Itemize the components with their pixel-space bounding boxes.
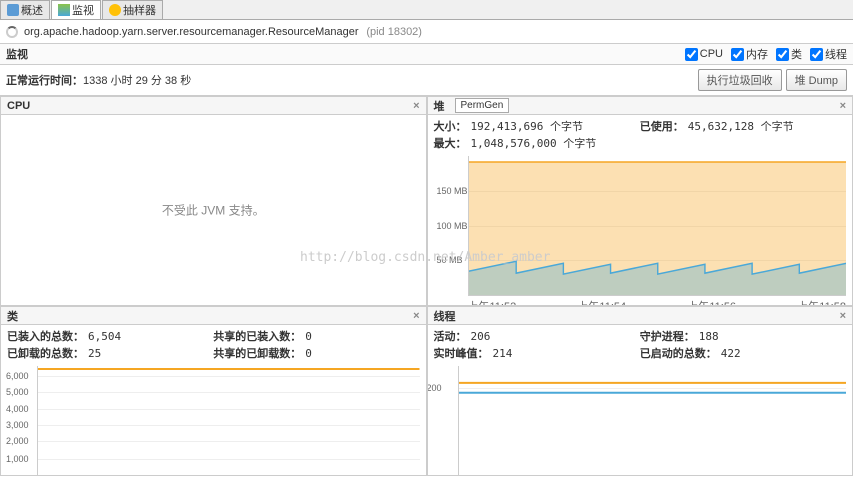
heap-dump-button[interactable]: 堆 Dump (786, 69, 847, 91)
tab-sampler[interactable]: 抽样器 (102, 0, 163, 19)
title-row: org.apache.hadoop.yarn.server.resourcema… (0, 20, 853, 44)
panel-threads: 线程× 活动：206 守护进程：188 实时峰值：214 已启动的总数：422 … (427, 306, 853, 476)
info-icon (7, 4, 19, 16)
check-memory[interactable]: 内存 (731, 46, 768, 62)
tab-monitor[interactable]: 监视 (51, 0, 101, 19)
main-tabs: 概述 监视 抽样器 (0, 0, 853, 20)
panel-classes-title: 类 (1, 306, 24, 326)
metric-checks: CPU 内存 类 线程 (685, 46, 847, 62)
check-cpu[interactable]: CPU (685, 48, 723, 61)
close-icon[interactable]: × (407, 310, 425, 322)
close-icon[interactable]: × (834, 310, 852, 322)
panel-cpu: CPU × 不受此 JVM 支持。 (0, 96, 427, 306)
panel-classes: 类× 已装入的总数：6,504 共享的已装入数：0 已卸载的总数：25 共享的已… (0, 306, 427, 476)
panel-heap-title: 堆 (428, 96, 451, 116)
monitor-icon (58, 4, 70, 16)
sampler-icon (109, 4, 121, 16)
threads-chart: 200 (458, 366, 847, 475)
spinner-icon (6, 26, 18, 38)
close-icon[interactable]: × (834, 100, 852, 112)
panel-heap: 堆PermGen× 大小：192,413,696 个字节 已使用：45,632,… (427, 96, 853, 306)
close-icon[interactable]: × (407, 100, 425, 112)
gc-button[interactable]: 执行垃圾回收 (698, 69, 782, 91)
check-threads[interactable]: 线程 (810, 46, 847, 62)
tab-overview[interactable]: 概述 (0, 0, 50, 19)
heap-chart: 150 MB 100 MB 50 MB (468, 156, 847, 296)
section-label: 监视 (6, 46, 28, 62)
panel-threads-title: 线程 (428, 306, 462, 326)
heap-subtab[interactable]: PermGen (455, 98, 510, 113)
check-classes[interactable]: 类 (776, 46, 802, 62)
classes-chart: 6,000 5,000 4,000 3,000 2,000 1,000 (37, 366, 420, 475)
uptime: 正常运行时间：1338 小时 29 分 38 秒 (6, 72, 191, 88)
panel-cpu-title: CPU (1, 98, 36, 114)
cpu-unsupported-msg: 不受此 JVM 支持。 (162, 202, 265, 219)
process-title: org.apache.hadoop.yarn.server.resourcema… (24, 24, 422, 39)
